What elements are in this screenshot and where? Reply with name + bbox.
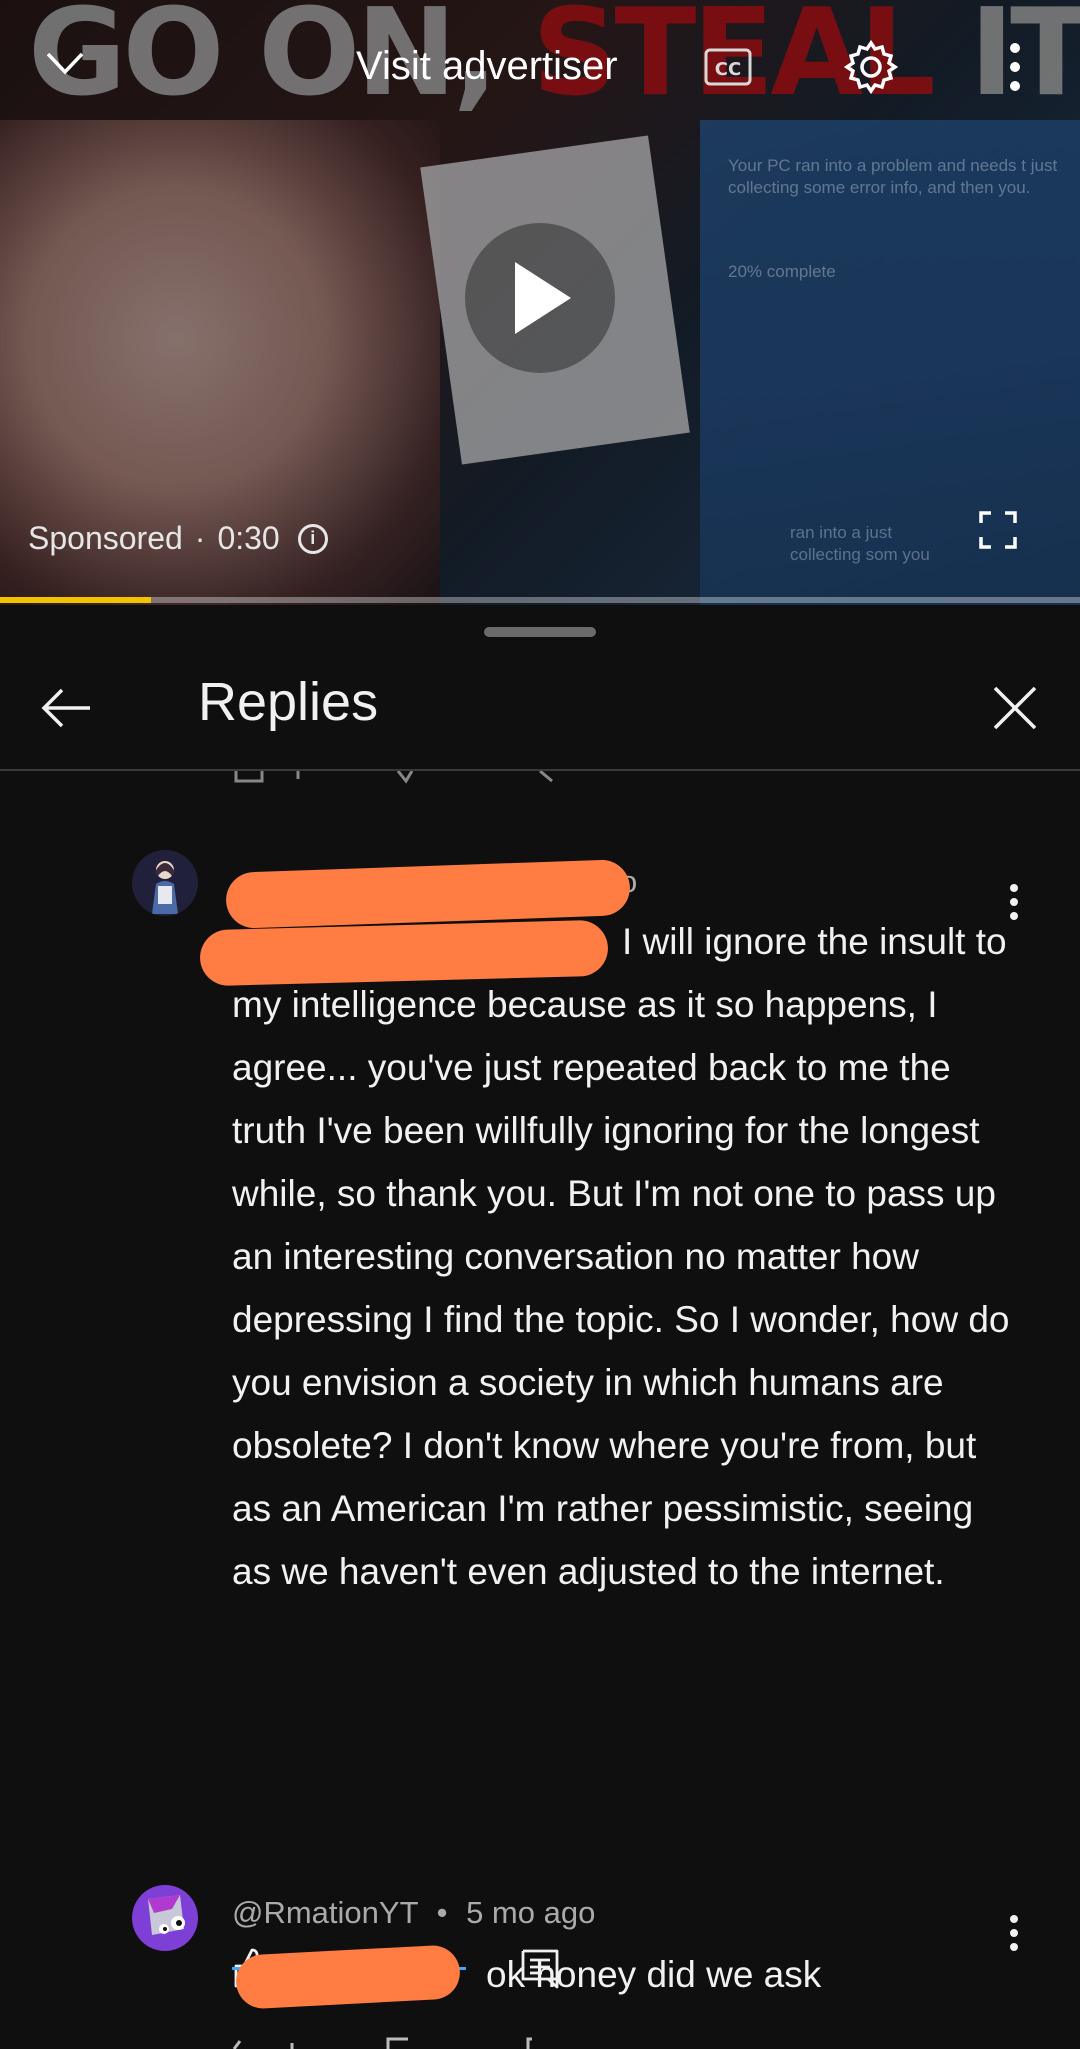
comment-actions-partial <box>232 2037 532 2049</box>
sponsored-info: Sponsored · 0:30 i <box>28 520 328 557</box>
panel-title: Replies <box>198 672 379 732</box>
play-icon <box>515 262 571 334</box>
visit-advertiser-link[interactable]: Visit advertiser <box>356 44 618 89</box>
comment-time: 5 mo ago <box>466 1895 596 1930</box>
comment-text: I will ignore the insult to my intellige… <box>232 921 1010 1592</box>
comment-meta: @RmationYT • 5 mo ago <box>232 1895 595 1931</box>
cc-icon[interactable]: CC <box>704 48 752 86</box>
separator-dot: · <box>194 520 206 556</box>
ad-progress-fill <box>0 597 152 603</box>
back-arrow-icon[interactable] <box>40 681 94 735</box>
svg-text:CC: CC <box>715 59 741 80</box>
redaction-mention <box>199 919 609 987</box>
gear-icon[interactable] <box>842 38 900 96</box>
sponsored-label: Sponsored <box>28 520 183 556</box>
ad-progress-bar[interactable] <box>0 597 1080 603</box>
separator-dot: • <box>436 1895 448 1930</box>
avatar[interactable] <box>132 1885 198 1951</box>
fullscreen-icon[interactable] <box>978 510 1018 550</box>
chevron-down-icon[interactable] <box>42 40 88 86</box>
replies-panel: Replies o <box>0 605 1080 2049</box>
redaction-mention <box>234 1944 462 2010</box>
ad-duration: 0:30 <box>217 520 280 556</box>
drag-handle[interactable] <box>484 627 596 637</box>
info-icon[interactable]: i <box>297 523 328 554</box>
parent-comment-actions-partial <box>234 771 553 784</box>
more-vert-icon[interactable] <box>1000 40 1030 94</box>
comment-text: ok honey did we ask <box>486 1954 822 1995</box>
avatar[interactable] <box>132 850 198 916</box>
comment-author[interactable]: @RmationYT <box>232 1895 418 1930</box>
play-button[interactable] <box>465 223 615 373</box>
close-icon[interactable] <box>990 683 1040 733</box>
video-player[interactable]: GO ON, STEAL IT :) Your PC ran into a pr… <box>0 0 1080 605</box>
